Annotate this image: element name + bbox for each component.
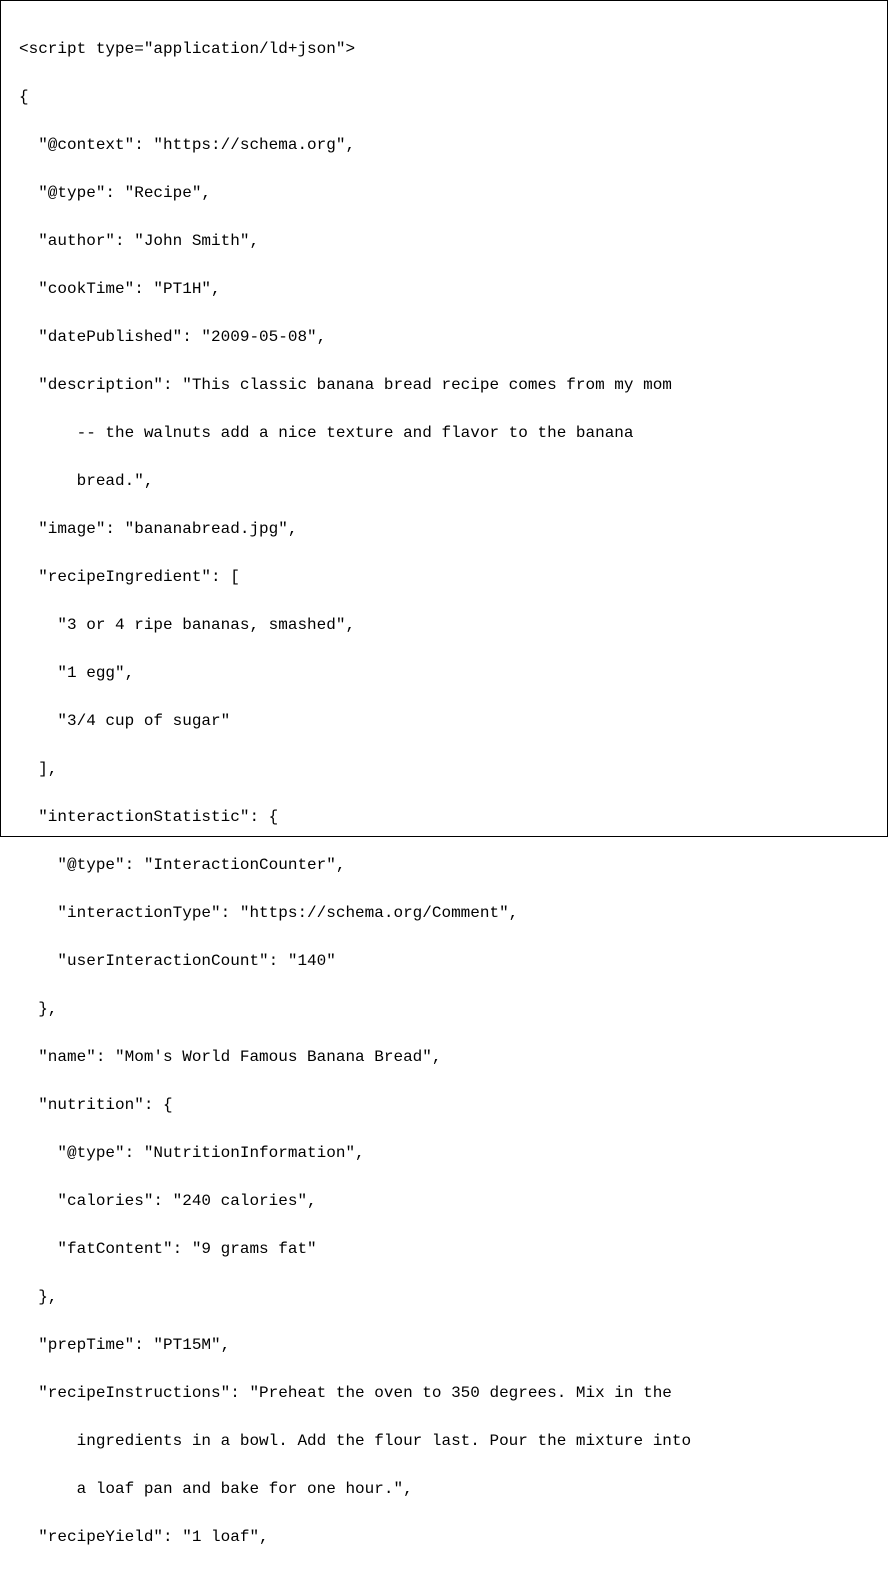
code-line-wrap: a loaf pan and bake for one hour.", [19,1477,869,1501]
code-line: "recipeInstructions": "Preheat the oven … [19,1381,869,1405]
code-line: ], [19,757,869,781]
code-line: }, [19,1285,869,1309]
code-line: "description": "This classic banana brea… [19,373,869,397]
code-line: "3/4 cup of sugar" [19,709,869,733]
code-block: <script type="application/ld+json"> { "@… [0,0,888,837]
code-line: "userInteractionCount": "140" [19,949,869,973]
code-line-wrap: -- the walnuts add a nice texture and fl… [19,421,869,445]
code-line: "prepTime": "PT15M", [19,1333,869,1357]
code-line: "3 or 4 ripe bananas, smashed", [19,613,869,637]
code-line: "fatContent": "9 grams fat" [19,1237,869,1261]
code-line: "name": "Mom's World Famous Banana Bread… [19,1045,869,1069]
code-line: "@type": "NutritionInformation", [19,1141,869,1165]
code-line: "@context": "https://schema.org", [19,133,869,157]
code-line: "cookTime": "PT1H", [19,277,869,301]
code-line-wrap: ingredients in a bowl. Add the flour las… [19,1429,869,1453]
code-line: "datePublished": "2009-05-08", [19,325,869,349]
code-line: { [19,85,869,109]
code-line: "image": "bananabread.jpg", [19,517,869,541]
code-line: "nutrition": { [19,1093,869,1117]
code-line: "interactionType": "https://schema.org/C… [19,901,869,925]
code-line: "recipeYield": "1 loaf", [19,1525,869,1549]
code-line: }, [19,997,869,1021]
code-line: "recipeIngredient": [ [19,565,869,589]
code-line: <script type="application/ld+json"> [19,37,869,61]
code-line: "1 egg", [19,661,869,685]
code-line: "interactionStatistic": { [19,805,869,829]
code-line: "author": "John Smith", [19,229,869,253]
code-line: "@type": "InteractionCounter", [19,853,869,877]
code-line: "@type": "Recipe", [19,181,869,205]
code-line: "calories": "240 calories", [19,1189,869,1213]
code-line-wrap: bread.", [19,469,869,493]
